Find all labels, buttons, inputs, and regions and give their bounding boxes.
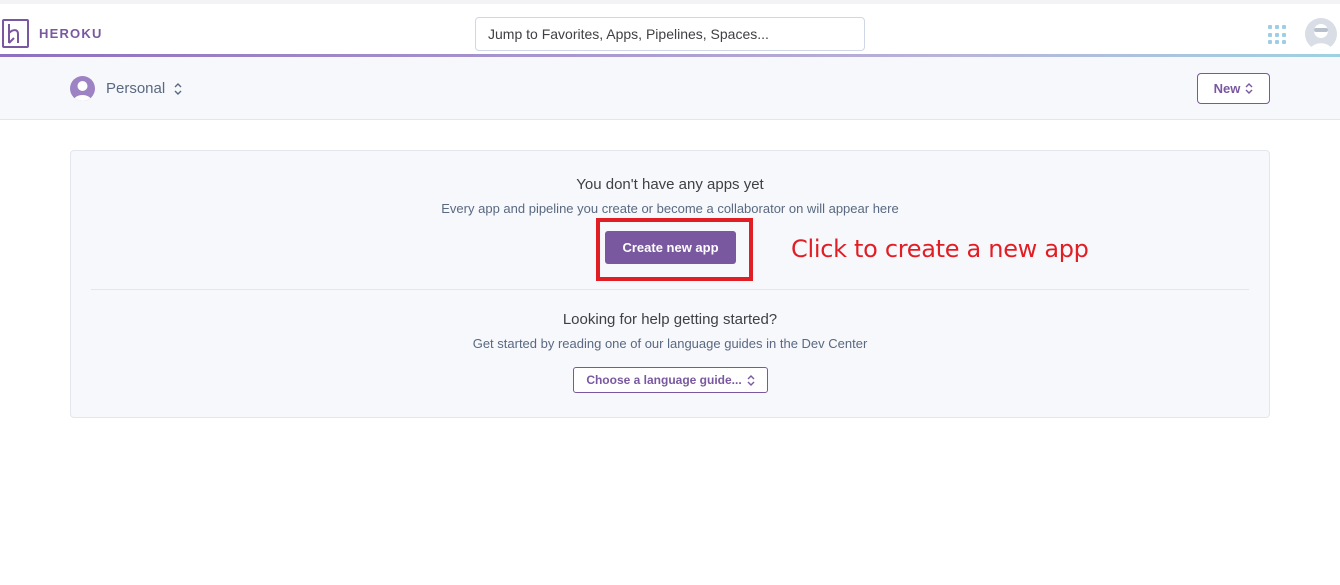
apps-grid-icon[interactable] [1268,25,1288,45]
account-bar: Personal New [0,57,1340,120]
user-avatar-icon[interactable] [1305,18,1337,50]
account-switcher[interactable]: Personal [70,76,182,101]
language-guide-select[interactable]: Choose a language guide... [573,367,768,393]
language-guide-label: Choose a language guide... [586,373,742,387]
personal-avatar-icon [70,76,95,101]
chevron-updown-icon [174,82,182,95]
new-button[interactable]: New [1197,73,1270,104]
heroku-logo[interactable]: HEROKU [2,19,103,48]
heroku-logo-icon [2,19,29,48]
help-subtitle: Get started by reading one of our langua… [472,336,868,351]
top-navbar: HEROKU [0,0,1340,56]
search-input[interactable] [475,17,865,51]
help-title: Looking for help getting started? [562,311,778,328]
empty-state-title: You don't have any apps yet [576,176,764,193]
empty-apps-panel: You don't have any apps yet Every app an… [70,150,1270,418]
annotation-text: Click to create a new app [791,235,1089,263]
new-button-label: New [1213,81,1241,96]
account-label: Personal [106,80,166,97]
chevron-updown-icon [747,374,755,386]
annotation-highlight-box [596,218,753,281]
brand-name: HEROKU [39,26,103,41]
panel-divider [91,289,1249,290]
empty-state-subtitle: Every app and pipeline you create or bec… [441,201,899,216]
chevron-updown-icon [1245,83,1253,94]
